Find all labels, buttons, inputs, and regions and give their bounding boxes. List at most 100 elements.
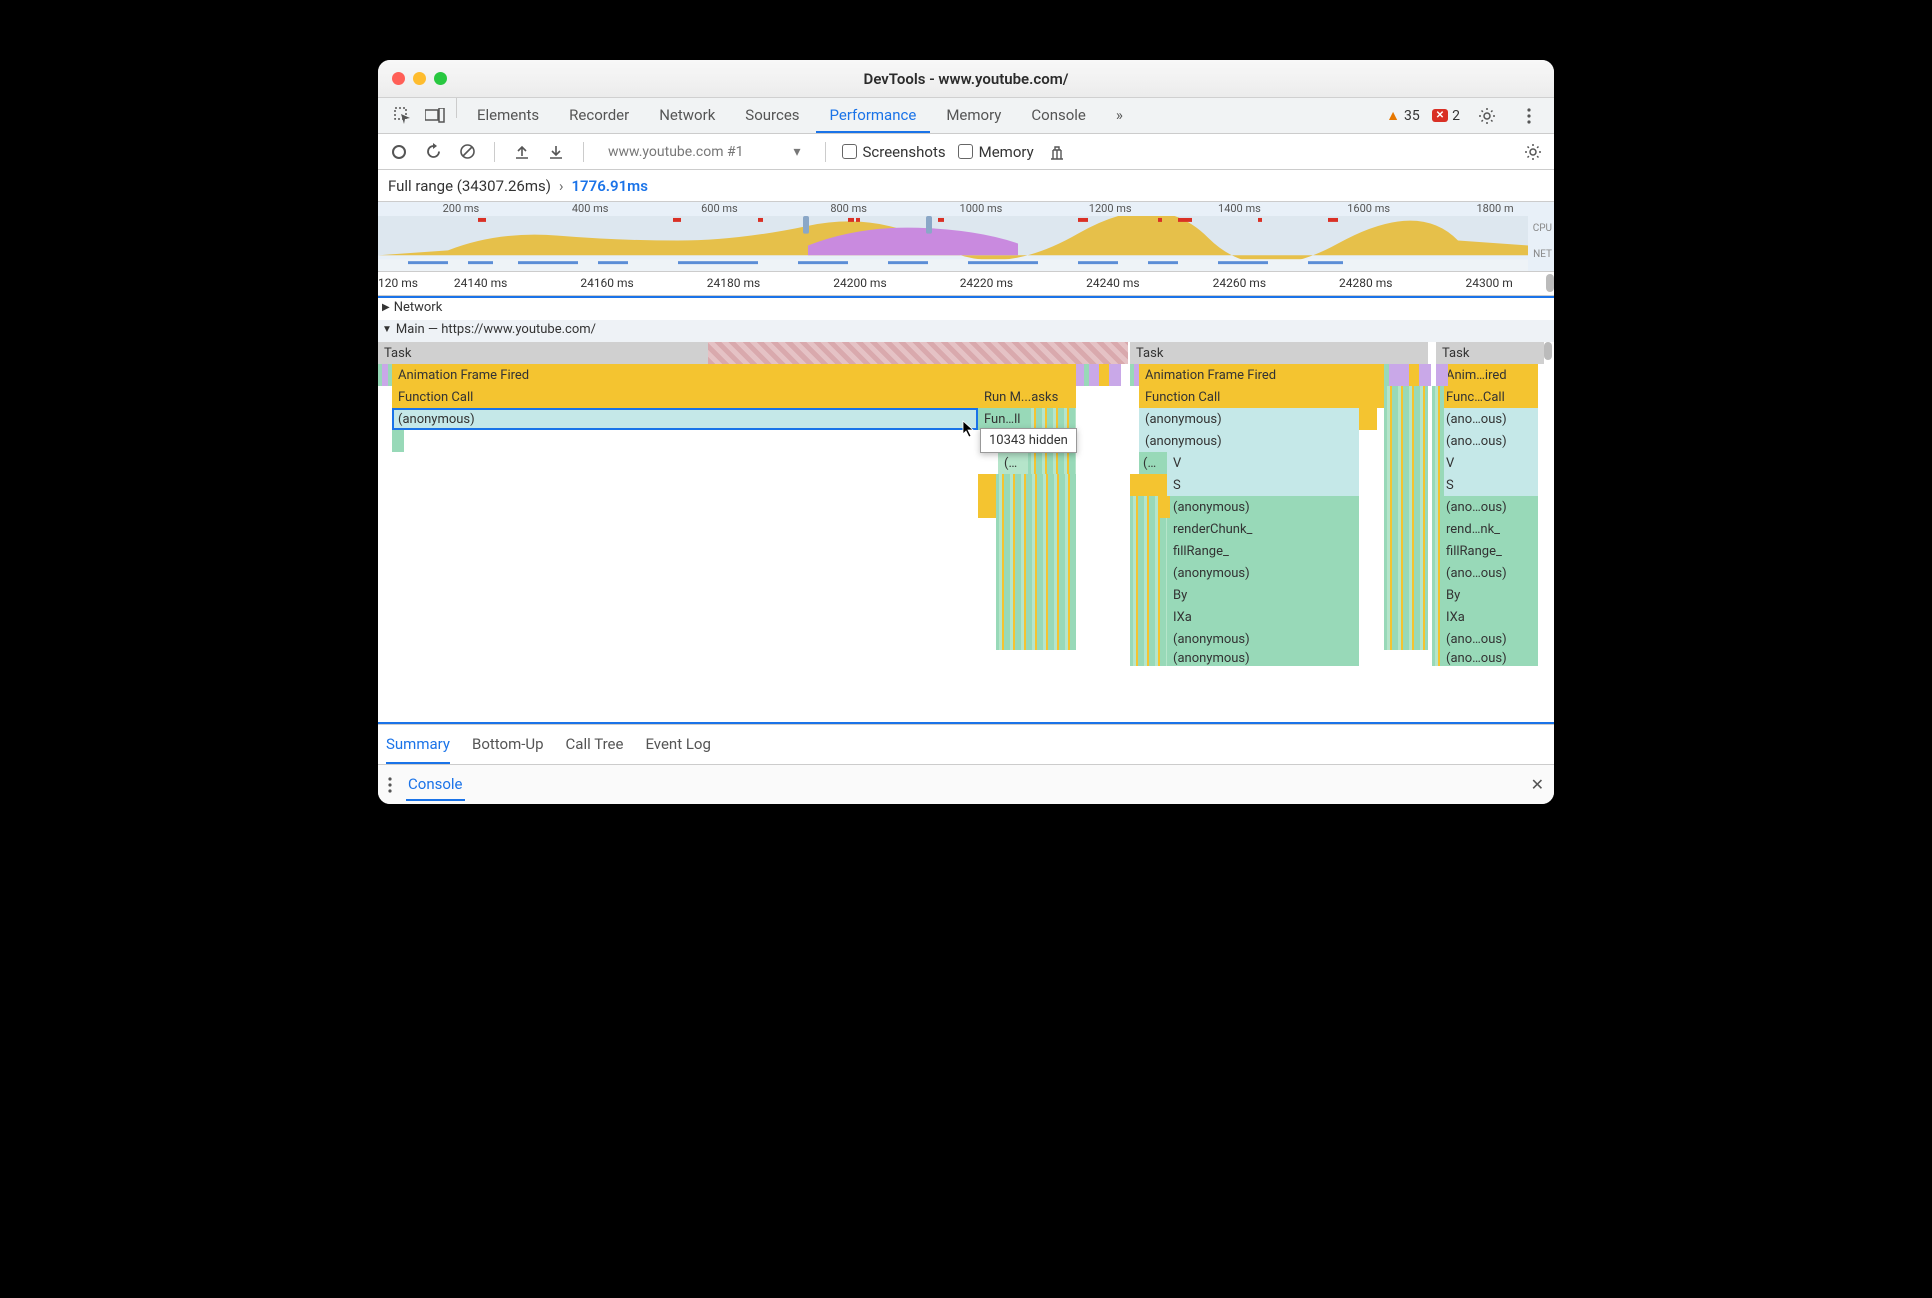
close-drawer-icon[interactable]: ✕ [1531, 775, 1544, 794]
tab-summary[interactable]: Summary [386, 725, 450, 764]
flame-entry[interactable]: (ano…ous) [1440, 496, 1538, 518]
flame-entry[interactable]: V [1440, 452, 1538, 474]
flame-entry[interactable]: (anonymous) [1167, 628, 1359, 650]
garbage-collect-icon[interactable] [1046, 141, 1068, 163]
full-range[interactable]: Full range (34307.26ms) [388, 177, 551, 195]
tab-memory[interactable]: Memory [932, 98, 1015, 133]
inspect-icon[interactable] [388, 98, 418, 133]
clear-button[interactable] [456, 141, 478, 163]
kebab-menu-icon[interactable] [1514, 108, 1544, 124]
flame-entry[interactable]: (… [1139, 452, 1167, 474]
kebab-menu-icon[interactable] [388, 777, 392, 793]
checkbox-icon [958, 144, 973, 159]
flame-entry[interactable]: IXa [1167, 606, 1359, 628]
reload-button[interactable] [422, 141, 444, 163]
flame-function-call[interactable]: Function Call [1139, 386, 1384, 408]
download-icon[interactable] [545, 141, 567, 163]
flame-entry[interactable]: By [1167, 584, 1359, 606]
overview-body [378, 216, 1528, 271]
capture-settings-icon[interactable] [1522, 141, 1544, 163]
flame-entry[interactable]: (anonymous) [1167, 650, 1359, 666]
flame-sliver[interactable] [1130, 474, 1167, 496]
flame-entry[interactable]: (… [998, 452, 1028, 474]
recording-select[interactable]: www.youtube.com #1 ▾ [600, 142, 809, 162]
flame-sliver[interactable] [392, 430, 404, 452]
flame-sliver[interactable] [1158, 496, 1170, 518]
flame-function-call[interactable]: Func…Call [1440, 386, 1538, 408]
flame-sliver[interactable] [978, 474, 996, 496]
flame-stack[interactable] [1432, 386, 1444, 666]
flame-sliver[interactable] [1028, 452, 1076, 474]
scrollbar-thumb[interactable] [1546, 274, 1554, 292]
flame-entry[interactable]: S [1440, 474, 1538, 496]
flame-sliver[interactable] [1436, 364, 1448, 386]
flame-sliver[interactable] [1109, 364, 1121, 386]
separator [456, 98, 457, 118]
flame-sliver[interactable] [978, 496, 996, 518]
main-track-header[interactable]: ▼Main — https://www.youtube.com/ [378, 320, 1554, 342]
flame-entry[interactable]: V [1167, 452, 1359, 474]
flame-stack[interactable] [996, 474, 1076, 650]
separator [494, 142, 495, 162]
flame-entry[interactable]: S [1167, 474, 1359, 496]
flame-chart[interactable]: ▶Network ▼Main — https://www.youtube.com… [378, 296, 1554, 724]
tab-performance[interactable]: Performance [816, 98, 931, 133]
memory-checkbox[interactable]: Memory [958, 143, 1034, 161]
flame-run-microtasks[interactable]: Run M...asks [978, 386, 1076, 408]
flame-sliver[interactable] [1389, 364, 1401, 386]
tab-elements[interactable]: Elements [463, 98, 553, 133]
selected-range[interactable]: 1776.91ms [571, 177, 647, 195]
network-track-header[interactable]: ▶Network [378, 298, 1554, 320]
tab-event-log[interactable]: Event Log [645, 725, 710, 764]
errors-badge[interactable]: ✕ 2 [1432, 108, 1460, 124]
flame-entry[interactable]: By [1440, 584, 1538, 606]
console-tab[interactable]: Console [406, 769, 465, 801]
flame-sliver[interactable] [1028, 408, 1076, 430]
upload-icon[interactable] [511, 141, 533, 163]
flame-task[interactable]: Task [1130, 342, 1428, 364]
flame-entry[interactable]: Fun…ll [978, 408, 1028, 430]
tab-console[interactable]: Console [1017, 98, 1100, 133]
tab-network[interactable]: Network [645, 98, 729, 133]
flame-entry[interactable]: fillRange_ [1440, 540, 1538, 562]
flame-entry[interactable]: (anonymous) [1139, 408, 1359, 430]
flame-entry[interactable]: (anonymous) [1139, 430, 1359, 452]
flame-animation-frame[interactable]: Anim…ired [1440, 364, 1538, 386]
tabs-overflow-icon[interactable]: » [1102, 98, 1137, 133]
flame-entry[interactable]: IXa [1440, 606, 1538, 628]
flame-sliver[interactable] [1419, 364, 1431, 386]
flame-entry[interactable]: (ano…ous) [1440, 430, 1538, 452]
tab-sources[interactable]: Sources [731, 98, 813, 133]
flame-stack[interactable] [1130, 496, 1167, 666]
tab-recorder[interactable]: Recorder [555, 98, 643, 133]
flame-animation-frame[interactable]: Animation Frame Fired [1139, 364, 1384, 386]
flame-entry[interactable]: rend…nk_ [1440, 518, 1538, 540]
flame-entry[interactable]: (anonymous) [1167, 562, 1359, 584]
recording-select-value: www.youtube.com #1 [608, 144, 743, 160]
flame-entry[interactable]: (ano…ous) [1440, 628, 1538, 650]
flame-entry[interactable]: (ano…ous) [1440, 562, 1538, 584]
tab-call-tree[interactable]: Call Tree [566, 725, 624, 764]
detail-ruler[interactable]: 120 ms 24140 ms 24160 ms 24180 ms 24200 … [378, 272, 1554, 296]
scrollbar-thumb[interactable] [1544, 342, 1552, 360]
flame-task[interactable]: Task [1436, 342, 1544, 364]
screenshots-checkbox[interactable]: Screenshots [842, 143, 946, 161]
flame-entry[interactable]: (ano…ous) [1440, 408, 1538, 430]
device-toolbar-icon[interactable] [420, 98, 450, 133]
overview-timeline[interactable]: 200 ms 400 ms 600 ms 800 ms 1000 ms 1200… [378, 202, 1554, 272]
tab-bottom-up[interactable]: Bottom-Up [472, 725, 544, 764]
settings-icon[interactable] [1472, 107, 1502, 125]
flame-stack[interactable] [1384, 386, 1428, 650]
record-button[interactable] [388, 141, 410, 163]
flame-entry[interactable]: renderChunk_ [1167, 518, 1359, 540]
flame-sliver[interactable] [1359, 408, 1377, 430]
flame-animation-frame[interactable]: Animation Frame Fired [392, 364, 1076, 386]
flame-entry[interactable]: fillRange_ [1167, 540, 1359, 562]
overview-lane-labels: CPU NET [1533, 222, 1552, 262]
flame-entry[interactable]: (ano…ous) [1440, 650, 1538, 666]
flame-area[interactable]: Task Animation Frame Fired Function Call… [378, 342, 1554, 722]
flame-anonymous-selected[interactable]: (anonymous) [392, 408, 978, 430]
warnings-badge[interactable]: ▲ 35 [1386, 107, 1420, 124]
flame-entry[interactable]: (anonymous) [1167, 496, 1359, 518]
flame-function-call[interactable]: Function Call [392, 386, 978, 408]
